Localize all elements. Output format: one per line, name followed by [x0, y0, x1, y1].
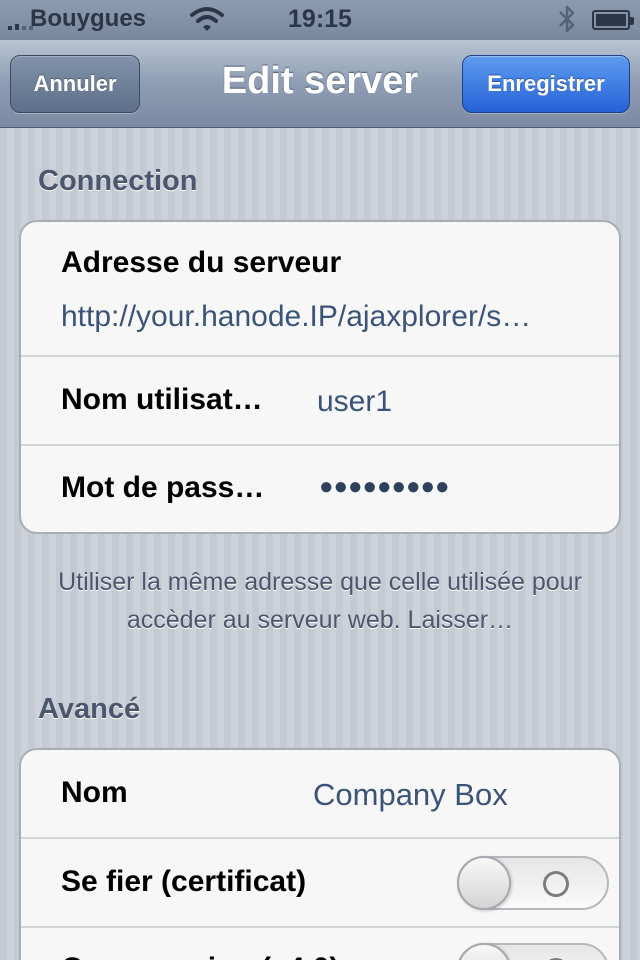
advanced-group: Nom Company Box Se fier (certificat) Com…	[19, 748, 621, 960]
server-address-cell[interactable]: Adresse du serveur http://your.hanode.IP…	[21, 222, 619, 357]
username-label: Nom utilisat…	[61, 383, 263, 416]
cancel-button[interactable]: Annuler	[10, 55, 140, 113]
toggle-knob	[457, 943, 511, 960]
server-address-label: Adresse du serveur	[61, 246, 342, 279]
name-field[interactable]: Company Box	[313, 777, 508, 813]
third-option-cell: Compression (v4.0)	[21, 928, 619, 960]
battery-icon	[592, 10, 634, 30]
section-header-connection: Connection	[38, 165, 198, 197]
save-button[interactable]: Enregistrer	[462, 55, 630, 113]
trust-certificate-label: Se fier (certificat)	[61, 865, 307, 898]
status-bar: Bouygues 19:15	[0, 0, 640, 40]
password-field[interactable]: ●●●●●●●●●	[319, 473, 449, 501]
navigation-bar: Annuler Edit server Enregistrer	[0, 40, 640, 128]
bluetooth-icon	[559, 5, 575, 33]
third-option-toggle[interactable]	[457, 943, 609, 960]
username-field[interactable]: user1	[317, 385, 392, 419]
connection-group: Adresse du serveur http://your.hanode.IP…	[19, 220, 621, 534]
trust-certificate-toggle[interactable]	[457, 856, 609, 910]
toggle-off-icon	[543, 871, 569, 897]
password-cell[interactable]: Mot de pass… ●●●●●●●●●	[21, 446, 619, 532]
page-title: Edit server	[221, 60, 419, 102]
toggle-knob	[457, 856, 511, 910]
server-address-field[interactable]: http://your.hanode.IP/ajaxplorer/s…	[61, 300, 611, 334]
trust-certificate-cell: Se fier (certificat)	[21, 839, 619, 928]
name-label: Nom	[61, 776, 128, 809]
third-option-label: Compression (v4.0)	[61, 952, 339, 960]
connection-footer-note: Utiliser la même adresse que celle utili…	[58, 568, 582, 634]
password-label: Mot de pass…	[61, 471, 265, 504]
section-header-advanced: Avancé	[38, 693, 141, 725]
name-cell[interactable]: Nom Company Box	[21, 750, 619, 839]
username-cell[interactable]: Nom utilisat… user1	[21, 357, 619, 446]
status-time: 19:15	[288, 5, 352, 33]
